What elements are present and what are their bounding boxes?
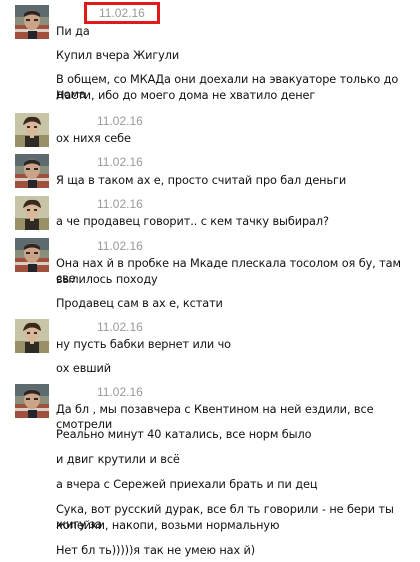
- message-line: ну пусть бабки вернет или чо: [56, 338, 231, 351]
- message-date: 11.02.16: [97, 114, 143, 128]
- message-date: 11.02.16: [97, 155, 143, 169]
- message-date: 11.02.16: [97, 320, 143, 334]
- message-line: ох евший: [56, 362, 112, 375]
- avatar[interactable]: [15, 5, 49, 39]
- message-date: 11.02.16: [97, 239, 143, 253]
- message-line: ох нихя себе: [56, 132, 131, 145]
- message-line: и двиг крутили и всё: [56, 453, 180, 466]
- avatar[interactable]: [15, 384, 49, 418]
- message-line: Пи да: [56, 25, 90, 38]
- message-line: копейки, накопи, возьми нормальную: [56, 519, 280, 532]
- avatar[interactable]: [15, 319, 49, 353]
- message-line: Продавец сам в ах е, кстати: [56, 297, 223, 310]
- avatar[interactable]: [15, 196, 49, 230]
- avatar[interactable]: [15, 113, 49, 147]
- message-line: вылилось походу: [56, 273, 158, 286]
- message-date-highlighted: 11.02.16: [84, 2, 160, 24]
- message-date: 11.02.16: [97, 385, 143, 399]
- message-line: а че продавец говорит.. с кем тачку выби…: [56, 215, 329, 228]
- message-line: Я ща в таком ах е, просто считай про бал…: [56, 174, 347, 187]
- message-line: Нет бл ть)))))я так не умею нах й): [56, 544, 256, 557]
- message-line: Насти, ибо до моего дома не хватило дене…: [56, 89, 316, 102]
- message-date: 11.02.16: [97, 197, 143, 211]
- message-line: Купил вчера Жигули: [56, 49, 180, 62]
- avatar[interactable]: [15, 154, 49, 188]
- message-line: а вчера с Сережей приехали брать и пи де…: [56, 478, 318, 491]
- avatar[interactable]: [15, 238, 49, 272]
- message-line: Реально минут 40 катались, все норм было: [56, 428, 312, 441]
